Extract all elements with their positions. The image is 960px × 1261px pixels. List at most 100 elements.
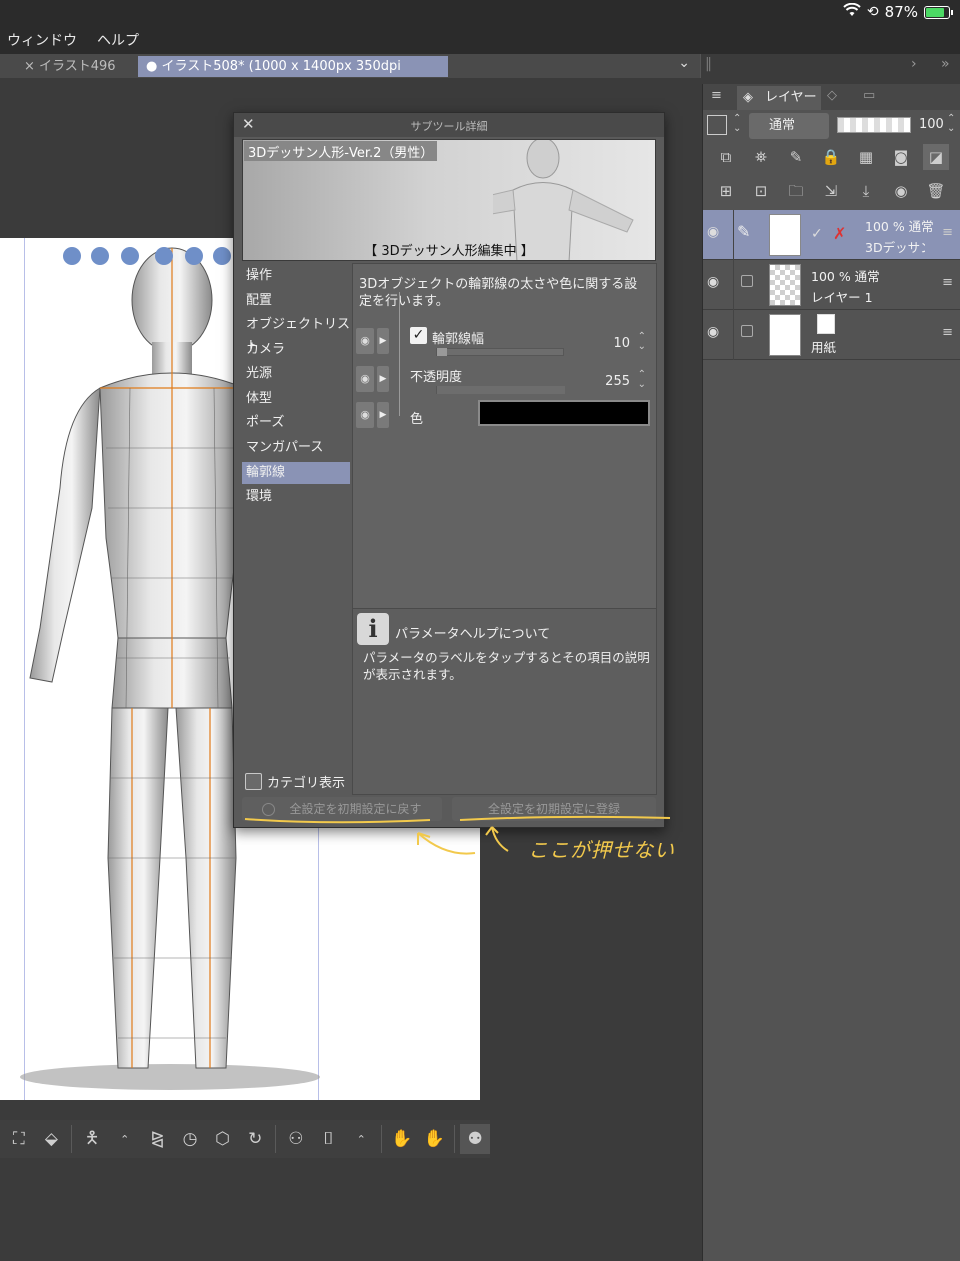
outline-width-value[interactable]: 10 bbox=[613, 336, 630, 351]
help-title: パラメータヘルプについて bbox=[395, 627, 551, 642]
layer-opacity-mode: 100 % 通常 bbox=[811, 269, 880, 284]
navigator-tab-icon[interactable]: ▭ bbox=[863, 88, 875, 103]
category-body-shape[interactable]: 体型 bbox=[242, 388, 350, 410]
trash-icon[interactable]: 🗑 bbox=[923, 178, 949, 204]
layer-panel: ≡ レイヤー ◈ ◇ ▭ ⌃ ⌄ 通常 100 ⌃ ⌄ ⧉ ⛯ ✎ 🔒 ▦ ◙ ◪ … bbox=[702, 84, 960, 1261]
double-chevron-right-icon[interactable]: » bbox=[941, 56, 950, 72]
hand-icon[interactable]: ✋ bbox=[420, 1124, 450, 1154]
eye-icon[interactable]: ◉ bbox=[356, 328, 374, 354]
color-label[interactable]: 色 bbox=[410, 408, 423, 427]
figure-register-icon[interactable]: ⚇ bbox=[281, 1124, 311, 1154]
clip-layer-icon[interactable]: ⧉ bbox=[713, 144, 739, 170]
layer-row-paper[interactable]: ◉ 用紙 ≡ bbox=[703, 310, 960, 360]
category-operation[interactable]: 操作 bbox=[242, 265, 350, 287]
opacity-slider[interactable] bbox=[436, 386, 565, 394]
dialog-titlebar: ✕ サブツール詳細 bbox=[234, 113, 664, 137]
menu-icon[interactable]: ≡ bbox=[711, 88, 722, 103]
camera-icon[interactable]: ⌷ bbox=[314, 1124, 344, 1154]
category-light-source[interactable]: 光源 bbox=[242, 363, 350, 385]
transfer-icon[interactable]: ⇲ bbox=[818, 178, 844, 204]
play-icon[interactable]: ▶ bbox=[377, 366, 389, 392]
layer-color-swatch[interactable] bbox=[707, 115, 727, 135]
layer-property-tab-icon[interactable]: ◇ bbox=[827, 88, 837, 103]
stepper-icon[interactable]: ⌃ bbox=[346, 1124, 376, 1154]
menu-window[interactable]: ウィンドウ bbox=[0, 30, 84, 50]
layer-checkbox[interactable] bbox=[741, 325, 753, 337]
eye-icon[interactable]: ◉ bbox=[707, 324, 719, 340]
opacity-label[interactable]: 不透明度 bbox=[410, 366, 462, 385]
pose-icon[interactable]: 🯅 bbox=[77, 1124, 107, 1154]
fit-view-icon[interactable]: ⛶ bbox=[4, 1124, 34, 1154]
status-indicators: ⟲ 87% bbox=[843, 2, 953, 21]
menu-icon[interactable]: ≡ bbox=[942, 275, 953, 290]
stepper-icon[interactable]: ⌃ ⌄ bbox=[638, 332, 646, 352]
layer-checkbox[interactable] bbox=[741, 275, 753, 287]
blend-mode-select[interactable]: 通常 bbox=[749, 113, 829, 139]
layer-options-row-1: ⧉ ⛯ ✎ 🔒 ▦ ◙ ◪ bbox=[703, 142, 960, 172]
menu-help[interactable]: ヘルプ bbox=[90, 30, 146, 50]
eye-icon[interactable]: ◉ bbox=[707, 274, 719, 290]
object-settings-icon[interactable]: ⬡ bbox=[208, 1124, 238, 1154]
play-icon[interactable]: ▶ bbox=[377, 402, 389, 428]
category-display-toggle[interactable]: カテゴリ表示 bbox=[245, 772, 345, 791]
eye-icon[interactable]: ◉ bbox=[356, 366, 374, 392]
new-vector-layer-icon[interactable]: ⊡ bbox=[748, 178, 774, 204]
outline-width-checkbox[interactable]: ✓ bbox=[410, 327, 427, 344]
create-mask-icon[interactable]: ◉ bbox=[888, 178, 914, 204]
draft-layer-icon[interactable]: ✎ bbox=[783, 144, 809, 170]
new-raster-layer-icon[interactable]: ⊞ bbox=[713, 178, 739, 204]
layer-row-1[interactable]: ◉ 100 % 通常 レイヤー 1 ≡ bbox=[703, 260, 960, 310]
merge-down-icon[interactable]: ⤓ bbox=[853, 178, 879, 204]
reference-layer-icon[interactable]: ⛯ bbox=[748, 144, 774, 170]
category-manga-perspective[interactable]: マンガパース bbox=[242, 437, 350, 459]
hand-icon[interactable]: ✋ bbox=[387, 1124, 417, 1154]
tab-illust-508[interactable]: ● イラスト508* (1000 x 1400px 350dpi 100.0%) bbox=[138, 56, 448, 95]
chevron-down-icon[interactable]: ⌄ bbox=[678, 55, 690, 71]
reset-rotation-icon[interactable]: ↻ bbox=[240, 1124, 270, 1154]
tab-illust-496[interactable]: × イラスト496 bbox=[16, 56, 136, 77]
category-environment[interactable]: 環境 bbox=[242, 486, 350, 508]
flip-icon[interactable]: ⧎ bbox=[143, 1124, 173, 1154]
category-camera[interactable]: カメラ bbox=[242, 339, 350, 361]
stepper-icon[interactable]: ⌃ bbox=[110, 1124, 140, 1154]
parameter-help-box: i パラメータヘルプについて パラメータのラベルをタップするとその項目の説明が表… bbox=[353, 608, 656, 794]
eye-icon[interactable]: ◉ bbox=[356, 402, 374, 428]
menu-bar: ウィンドウ ヘルプ bbox=[0, 26, 960, 54]
pen-icon: ✎ bbox=[737, 222, 751, 241]
outline-width-label[interactable]: 輪郭線幅 bbox=[432, 328, 484, 347]
chevron-right-icon[interactable]: › bbox=[911, 56, 917, 72]
stepper-icon[interactable]: ⌃ ⌄ bbox=[733, 114, 741, 134]
layer-panel-tabs: ≡ レイヤー ◈ ◇ ▭ bbox=[703, 84, 960, 110]
category-placement[interactable]: 配置 bbox=[242, 290, 350, 312]
eye-icon[interactable]: ◉ bbox=[707, 224, 719, 240]
new-folder-icon[interactable]: 🗀 bbox=[783, 178, 809, 204]
layer-opacity-value[interactable]: 100 bbox=[919, 117, 944, 132]
disabled-x-icon: ✗ bbox=[833, 224, 847, 243]
stepper-icon[interactable]: ⌃ ⌄ bbox=[638, 370, 646, 390]
menu-icon[interactable]: ≡ bbox=[942, 325, 953, 340]
layer-opacity-mode: 100 % 通常 bbox=[865, 219, 934, 234]
category-display-checkbox[interactable] bbox=[245, 773, 262, 790]
category-outline[interactable]: 輪郭線 bbox=[242, 462, 350, 484]
layer-row-3d[interactable]: ◉ ✎ ✓ ✗ 100 % 通常 3Dデッサン人 ≡ bbox=[703, 210, 960, 260]
mask-enable-icon[interactable]: ◙ bbox=[888, 144, 914, 170]
outline-width-slider[interactable] bbox=[436, 348, 564, 356]
rotate-icon[interactable]: ◷ bbox=[175, 1124, 205, 1154]
layer-name: 3Dデッサン人 bbox=[865, 240, 925, 255]
layer-name: レイヤー 1 bbox=[811, 290, 873, 305]
figure-pose-icon[interactable]: ⚉ bbox=[460, 1124, 490, 1154]
panel-handle-icon[interactable]: ‖ bbox=[705, 56, 712, 72]
menu-icon[interactable]: ≡ bbox=[942, 225, 953, 240]
opacity-value[interactable]: 255 bbox=[605, 374, 630, 389]
category-object-list[interactable]: オブジェクトリスト bbox=[242, 314, 350, 354]
ground-icon[interactable]: ⬙ bbox=[37, 1124, 67, 1154]
stepper-icon[interactable]: ⌃ ⌄ bbox=[947, 114, 955, 134]
info-icon: i bbox=[357, 613, 389, 645]
layer-opacity-slider[interactable] bbox=[837, 117, 911, 133]
play-icon[interactable]: ▶ bbox=[377, 328, 389, 354]
lock-icon[interactable]: 🔒 bbox=[818, 144, 844, 170]
category-pose[interactable]: ポーズ bbox=[242, 412, 350, 434]
mask-display-icon[interactable]: ◪ bbox=[923, 144, 949, 170]
outline-color-swatch[interactable] bbox=[478, 400, 650, 426]
lock-transparency-icon[interactable]: ▦ bbox=[853, 144, 879, 170]
